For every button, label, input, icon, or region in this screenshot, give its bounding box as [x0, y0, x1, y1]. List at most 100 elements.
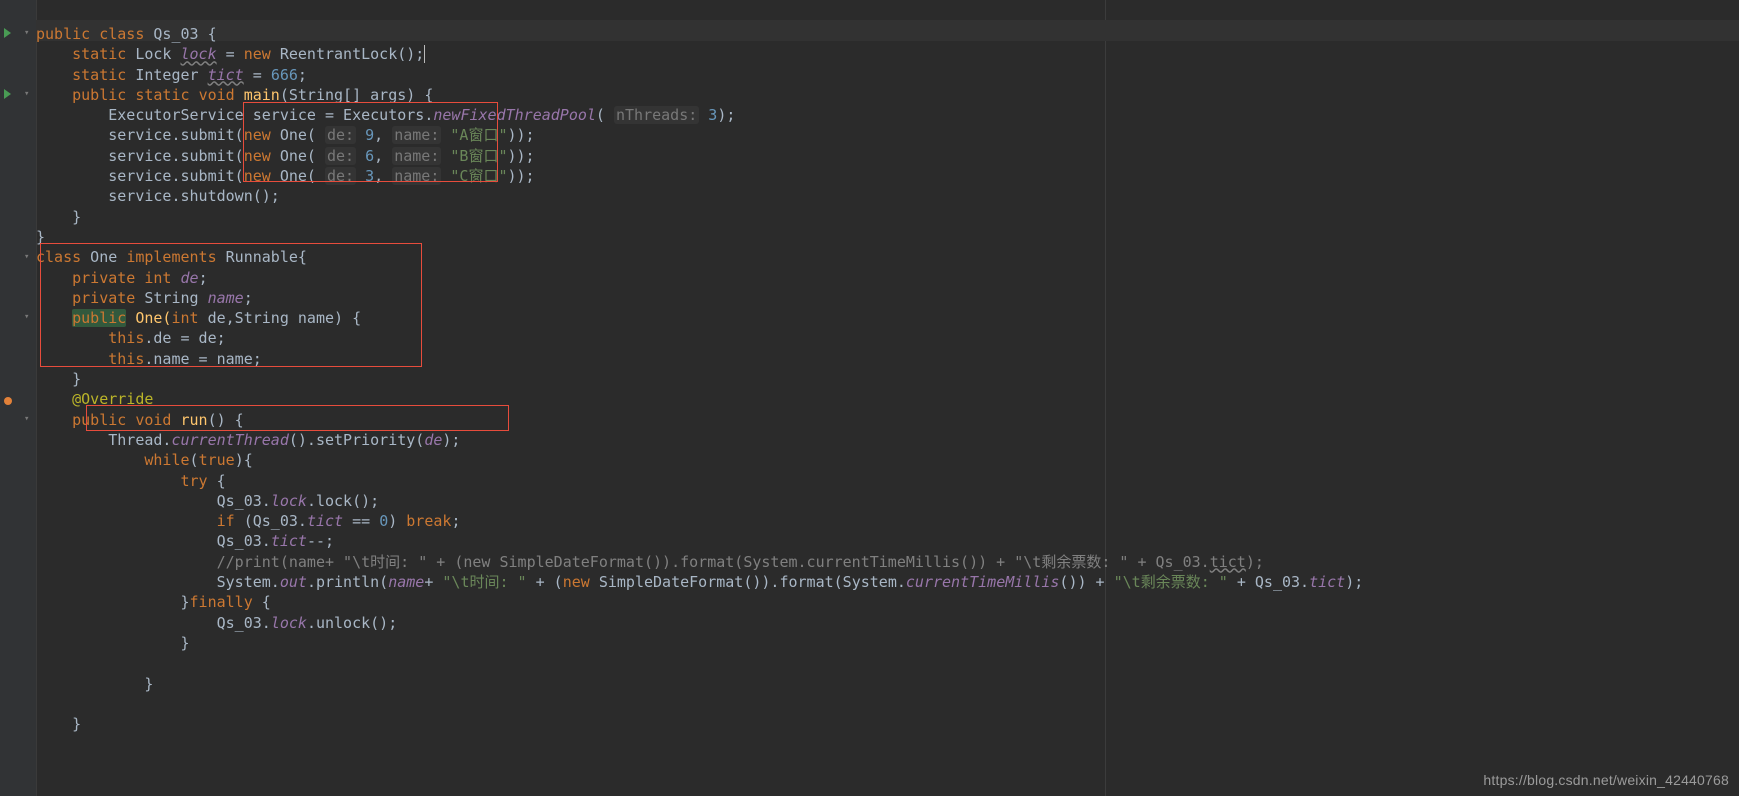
- code-line[interactable]: }: [36, 227, 1739, 247]
- expr: SimpleDateFormat()).format(System.: [590, 573, 906, 591]
- field-name: tict: [208, 66, 244, 84]
- code-line[interactable]: public void run() {: [36, 410, 1739, 430]
- code-line[interactable]: public One(int de,String name) {: [36, 308, 1739, 328]
- code-line[interactable]: class One implements Runnable{: [36, 247, 1739, 267]
- code-line[interactable]: try {: [36, 471, 1739, 491]
- type: int: [135, 269, 180, 287]
- keyword: static: [72, 66, 126, 84]
- op: =: [217, 45, 244, 63]
- code-area[interactable]: public class Qs_03 { static Lock lock = …: [36, 0, 1739, 796]
- code-line[interactable]: public class Qs_03 {: [36, 24, 1739, 44]
- code-line[interactable]: service.submit(new One( de: 3, name: "C窗…: [36, 166, 1739, 186]
- expr: service.submit(: [108, 147, 243, 165]
- code-line[interactable]: @Override: [36, 389, 1739, 409]
- type: String: [135, 289, 207, 307]
- code-line[interactable]: }: [36, 714, 1739, 734]
- brace: {: [208, 472, 226, 490]
- close: ));: [508, 147, 535, 165]
- op: --;: [307, 532, 334, 550]
- code-line[interactable]: ExecutorService service = Executors.newF…: [36, 105, 1739, 125]
- call: ().setPriority(: [289, 431, 424, 449]
- brace: }: [72, 370, 81, 388]
- type-ref: Lock: [135, 45, 171, 63]
- fold-icon[interactable]: ▾: [24, 252, 34, 262]
- code-line[interactable]: }: [36, 674, 1739, 694]
- close: );: [717, 106, 735, 124]
- code-line[interactable]: }finally {: [36, 592, 1739, 612]
- code-line[interactable]: Thread.currentThread().setPriority(de);: [36, 430, 1739, 450]
- number: 3: [365, 167, 374, 185]
- code-line[interactable]: service.submit(new One( de: 6, name: "B窗…: [36, 146, 1739, 166]
- field-ref: tict: [1309, 573, 1345, 591]
- keyword: private: [72, 289, 135, 307]
- params: (String[] args) {: [280, 86, 434, 104]
- type-ref: Runnable{: [217, 248, 307, 266]
- fold-icon[interactable]: ▾: [24, 89, 34, 99]
- class-name: One: [81, 248, 126, 266]
- fold-icon[interactable]: ▾: [24, 312, 34, 322]
- fold-icon[interactable]: ▾: [24, 28, 34, 38]
- close: ): [388, 512, 406, 530]
- keyword: true: [199, 451, 235, 469]
- param-hint: name:: [392, 167, 441, 185]
- ctor: One(: [271, 147, 325, 165]
- keyword: this: [108, 350, 144, 368]
- code-line[interactable]: }: [36, 633, 1739, 653]
- code-line[interactable]: this.de = de;: [36, 328, 1739, 348]
- expr: Qs_03.: [217, 614, 271, 632]
- string: "C窗口": [441, 167, 507, 185]
- comma: ,: [374, 147, 392, 165]
- expr: (Qs_03.: [235, 512, 307, 530]
- keyword: implements: [126, 248, 216, 266]
- ctor-name: One(: [126, 309, 171, 327]
- assign: .name = name;: [144, 350, 261, 368]
- fold-icon[interactable]: ▾: [24, 414, 34, 424]
- code-line[interactable]: [36, 653, 1739, 673]
- code-line[interactable]: Qs_03.tict--;: [36, 531, 1739, 551]
- semi: ;: [244, 289, 253, 307]
- string: "\t时间: ": [442, 573, 526, 591]
- code-line[interactable]: static Integer tict = 666;: [36, 65, 1739, 85]
- run-class-icon[interactable]: [4, 28, 11, 38]
- code-line[interactable]: //print(name+ "\t时间: " + (new SimpleDate…: [36, 552, 1739, 572]
- code-line[interactable]: private String name;: [36, 288, 1739, 308]
- code-line[interactable]: private int de;: [36, 268, 1739, 288]
- op: ()) +: [1059, 573, 1113, 591]
- close: ){: [235, 451, 253, 469]
- override-icon[interactable]: [4, 397, 12, 405]
- close: );: [442, 431, 460, 449]
- expr: ExecutorService service = Executors.: [108, 106, 433, 124]
- code-line[interactable]: service.shutdown();: [36, 186, 1739, 206]
- keyword: int: [171, 309, 198, 327]
- field-ref: tict: [271, 532, 307, 550]
- code-line[interactable]: if (Qs_03.tict == 0) break;: [36, 511, 1739, 531]
- code-line[interactable]: System.out.println(name+ "\t时间: " + (new…: [36, 572, 1739, 592]
- string: "B窗口": [441, 147, 507, 165]
- code-line[interactable]: }: [36, 207, 1739, 227]
- code-line[interactable]: public static void main(String[] args) {: [36, 85, 1739, 105]
- close: ));: [508, 167, 535, 185]
- op: =: [244, 66, 271, 84]
- keyword: void: [126, 411, 180, 429]
- static-method: newFixedThreadPool: [433, 106, 596, 124]
- code-editor[interactable]: ▾ ▾ ▾ ▾ ▾ public class Qs_03 { static Lo…: [0, 0, 1739, 796]
- assign: .de = de;: [144, 329, 225, 347]
- number: 0: [379, 512, 388, 530]
- code-line[interactable]: this.name = name;: [36, 349, 1739, 369]
- code-line[interactable]: Qs_03.lock.lock();: [36, 491, 1739, 511]
- keyword: new: [244, 167, 271, 185]
- code-line[interactable]: while(true){: [36, 450, 1739, 470]
- keyword: public: [72, 411, 126, 429]
- code-line[interactable]: Qs_03.lock.unlock();: [36, 613, 1739, 633]
- field-ref: de: [424, 431, 442, 449]
- code-line[interactable]: }: [36, 369, 1739, 389]
- code-line[interactable]: [36, 694, 1739, 714]
- field-ref: tict: [307, 512, 343, 530]
- keyword: public: [36, 25, 90, 43]
- param-hint: name:: [392, 126, 441, 144]
- run-main-icon[interactable]: [4, 89, 11, 99]
- code-line[interactable]: static Lock lock = new ReentrantLock();: [36, 44, 1739, 64]
- string: "A窗口": [441, 126, 507, 144]
- code-line[interactable]: service.submit(new One( de: 9, name: "A窗…: [36, 125, 1739, 145]
- keyword: new: [244, 147, 271, 165]
